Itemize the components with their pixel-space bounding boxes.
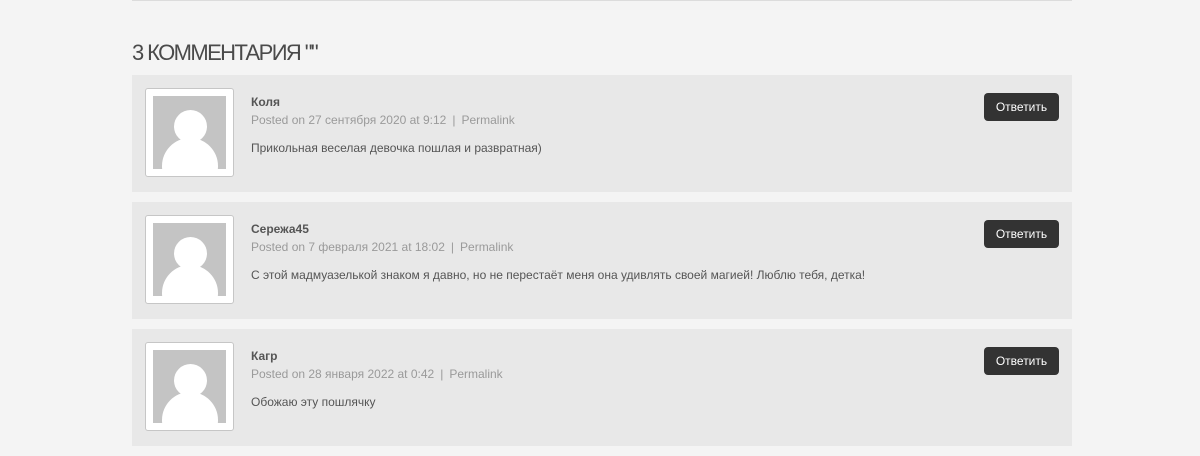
comment-author: Коля [251,95,280,109]
comment-meta: Posted on 7 февраля 2021 at 18:02 | Permal… [251,240,1072,254]
comment-meta: Posted on 27 сентября 2020 at 9:12 | Perma… [251,113,1072,127]
permalink-link[interactable]: Permalink [461,113,514,127]
permalink-link[interactable]: Permalink [449,367,502,381]
comment-body: Сережа45 Posted on 7 февраля 2021 at 18:… [251,222,1072,282]
avatar [145,88,234,177]
meta-separator: | [450,240,455,254]
reply-button[interactable]: Ответить [984,347,1059,375]
comment-date: Posted on 28 января 2022 at 0:42 [251,367,435,381]
avatar [145,342,234,431]
default-user-avatar-icon [153,223,226,296]
default-user-avatar-icon [153,96,226,169]
comment-item: Сережа45 Posted on 7 февраля 2021 at 18:… [132,202,1072,319]
default-user-avatar-icon [153,350,226,423]
meta-separator: | [440,367,444,381]
meta-separator: | [452,113,456,127]
comment-text: Прикольная веселая девочка пошлая и разв… [251,141,542,155]
comment-item: Кагр Posted on 28 января 2022 at 0:42 | Pe… [132,329,1072,446]
comment-item: Коля Posted on 27 сентября 2020 at 9:12 |… [132,75,1072,192]
top-divider [132,0,1072,1]
comment-date: Posted on 7 февраля 2021 at 18:02 [251,240,445,254]
reply-button[interactable]: Ответить [984,93,1059,121]
reply-button[interactable]: Ответить [984,220,1059,248]
comment-body: Коля Posted on 27 сентября 2020 at 9:12 |… [251,95,1072,155]
comment-body: Кагр Posted on 28 января 2022 at 0:42 | Pe… [251,349,1072,409]
comment-text: С этой мадмуазелькой знаком я давно, но … [251,268,866,282]
comment-meta: Posted on 28 января 2022 at 0:42 | Permali… [251,367,1072,381]
comment-list: Коля Posted on 27 сентября 2020 at 9:12 |… [132,75,1072,446]
avatar [145,215,234,304]
comments-section: 3 комментария "" Коля Posted on 27 сентя… [132,0,1072,456]
comment-date: Posted on 27 сентября 2020 at 9:12 [251,113,447,127]
comment-author: Сережа45 [251,222,309,236]
comment-author: Кагр [251,349,278,363]
comments-heading: 3 комментария "" [132,40,319,65]
comment-text: Обожаю эту пошлячку [251,395,376,409]
permalink-link[interactable]: Permalink [460,240,513,254]
